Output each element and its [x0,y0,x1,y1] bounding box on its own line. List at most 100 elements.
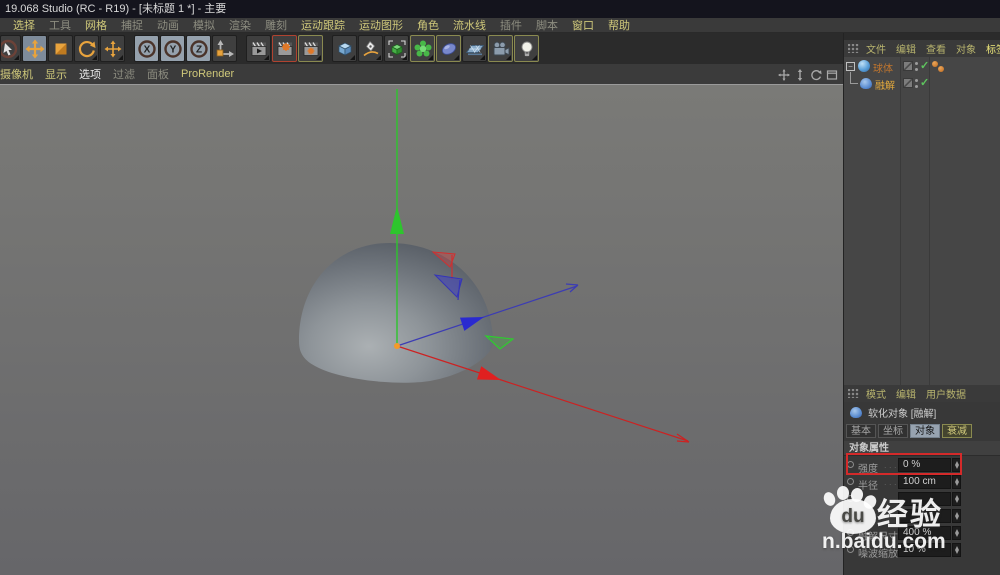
viewport-pan-icon[interactable] [777,68,790,81]
melted-sphere-object[interactable] [299,243,493,383]
object-tag-icon[interactable] [932,61,938,67]
menu-window[interactable]: 窗口 [565,17,601,33]
y-axis-handle[interactable] [390,206,404,234]
menu-script[interactable]: 脚本 [529,17,565,33]
menu-select[interactable]: 选择 [6,17,42,33]
panel-grip-icon[interactable] [848,44,859,53]
scene-3d [0,85,843,575]
enabled-check-icon[interactable]: ✓ [920,59,929,72]
am-menu-userdata[interactable]: 用户数据 [921,386,971,401]
lock-z-axis-button[interactable]: Z [186,35,211,62]
move-icon [25,39,45,59]
attribute-tabs: 基本 坐标 对象 衰减 [846,424,972,438]
object-row-melt[interactable]: 融解 ✓ [844,75,1000,92]
viewport-toggle-icon[interactable] [825,68,838,81]
add-floor-button[interactable] [462,35,487,62]
y-axis-icon: Y [163,39,183,59]
enabled-check-icon[interactable]: ✓ [920,76,929,89]
tab-falloff[interactable]: 衰减 [942,424,972,438]
coordinate-system-icon [215,39,235,59]
render-to-picture-viewer-button[interactable] [272,35,297,62]
column-divider [929,57,930,385]
menu-pipeline[interactable]: 流水线 [446,17,493,33]
viewport-menu-options[interactable]: 选项 [73,66,107,82]
viewport-menu-prorender[interactable]: ProRender [175,68,240,80]
render-view-button[interactable] [246,35,271,62]
lock-x-axis-button[interactable]: X [134,35,159,62]
object-name[interactable]: 球体 [873,60,893,75]
object-manager-menubar: 文件 编辑 查看 对象 标签 书签 [844,40,1000,57]
viewport-canvas[interactable] [0,84,843,575]
menu-render[interactable]: 渲染 [222,17,258,33]
viewport-menu-camera[interactable]: 摄像机 [0,66,39,82]
scale-icon [51,39,71,59]
viewport-menu-filter[interactable]: 过滤 [107,66,141,82]
add-spline-button[interactable] [358,35,383,62]
live-selection-button[interactable] [0,35,21,62]
cinema4d-window: 19.068 Studio (RC - R19) - [未标题 1 *] - 主… [0,0,1000,575]
menu-plugins[interactable]: 插件 [493,17,529,33]
gizmo-origin-point[interactable] [394,343,400,349]
panel-grip-icon[interactable] [848,389,859,398]
menu-simulate[interactable]: 模拟 [186,17,222,33]
om-menu-view[interactable]: 查看 [921,41,951,56]
rotate-tool-button[interactable] [74,35,99,62]
layer-swatch-icon[interactable] [903,61,913,71]
lock-y-axis-button[interactable]: Y [160,35,185,62]
visibility-dots-icon[interactable] [915,62,918,71]
object-row-sphere[interactable]: − 球体 ✓ [844,58,1000,75]
add-generator-button[interactable] [384,35,409,62]
menu-animate[interactable]: 动画 [150,17,186,33]
expand-toggle-icon[interactable]: − [846,62,855,71]
object-tag-icon[interactable] [938,66,944,72]
melt-object-icon [860,78,872,89]
object-name[interactable]: 融解 [875,77,895,92]
paw-du-text: du [841,506,864,528]
x-axis-line [397,346,688,441]
coordinate-system-button[interactable] [212,35,237,62]
am-menu-mode[interactable]: 模式 [861,386,891,401]
visibility-dots-icon[interactable] [915,79,918,88]
scale-tool-button[interactable] [48,35,73,62]
om-menu-file[interactable]: 文件 [861,41,891,56]
tab-coordinates[interactable]: 坐标 [878,424,908,438]
attribute-object-title: 软化对象 [融解] [844,403,1000,422]
object-manager-tree[interactable]: − 球体 ✓ 融解 ✓ [844,57,1000,385]
svg-text:Y: Y [169,44,176,55]
move-tool-button[interactable] [22,35,47,62]
viewport-menu-panel[interactable]: 面板 [141,66,175,82]
menu-mograph[interactable]: 运动图形 [352,17,410,33]
menu-mesh[interactable]: 网格 [78,17,114,33]
am-menu-edit[interactable]: 编辑 [891,386,921,401]
om-menu-tags[interactable]: 标签 [981,41,1000,56]
menu-motion-tracker[interactable]: 运动跟踪 [294,17,352,33]
menu-snap[interactable]: 捕捉 [114,17,150,33]
x-axis-handle[interactable] [477,366,503,386]
viewport-zoom-icon[interactable] [793,68,806,81]
add-primitive-button[interactable] [332,35,357,62]
selection-arrow-icon [0,39,18,59]
menu-sculpt[interactable]: 雕刻 [258,17,294,33]
light-bulb-icon [517,39,537,59]
tab-basic[interactable]: 基本 [846,424,876,438]
add-light-button[interactable] [514,35,539,62]
viewport-menu-display[interactable]: 显示 [39,66,73,82]
keyframe-circle-icon[interactable] [847,478,854,485]
tab-object[interactable]: 对象 [910,424,940,438]
cube-icon [335,39,355,59]
om-menu-edit[interactable]: 编辑 [891,41,921,56]
last-tool-button[interactable] [100,35,125,62]
add-environment-button[interactable] [436,35,461,62]
add-deformer-button[interactable] [410,35,435,62]
add-camera-button[interactable] [488,35,513,62]
menu-character[interactable]: 角色 [410,17,446,33]
green-cube-icon [387,39,407,59]
annotation-highlight-box [846,453,962,475]
layer-swatch-icon[interactable] [903,78,913,88]
window-titlebar[interactable]: 19.068 Studio (RC - R19) - [未标题 1 *] - 主… [0,0,1000,18]
viewport-rotate-icon[interactable] [809,68,822,81]
render-settings-button[interactable] [298,35,323,62]
menu-help[interactable]: 帮助 [601,17,637,33]
menu-tools[interactable]: 工具 [42,17,78,33]
om-menu-object[interactable]: 对象 [951,41,981,56]
